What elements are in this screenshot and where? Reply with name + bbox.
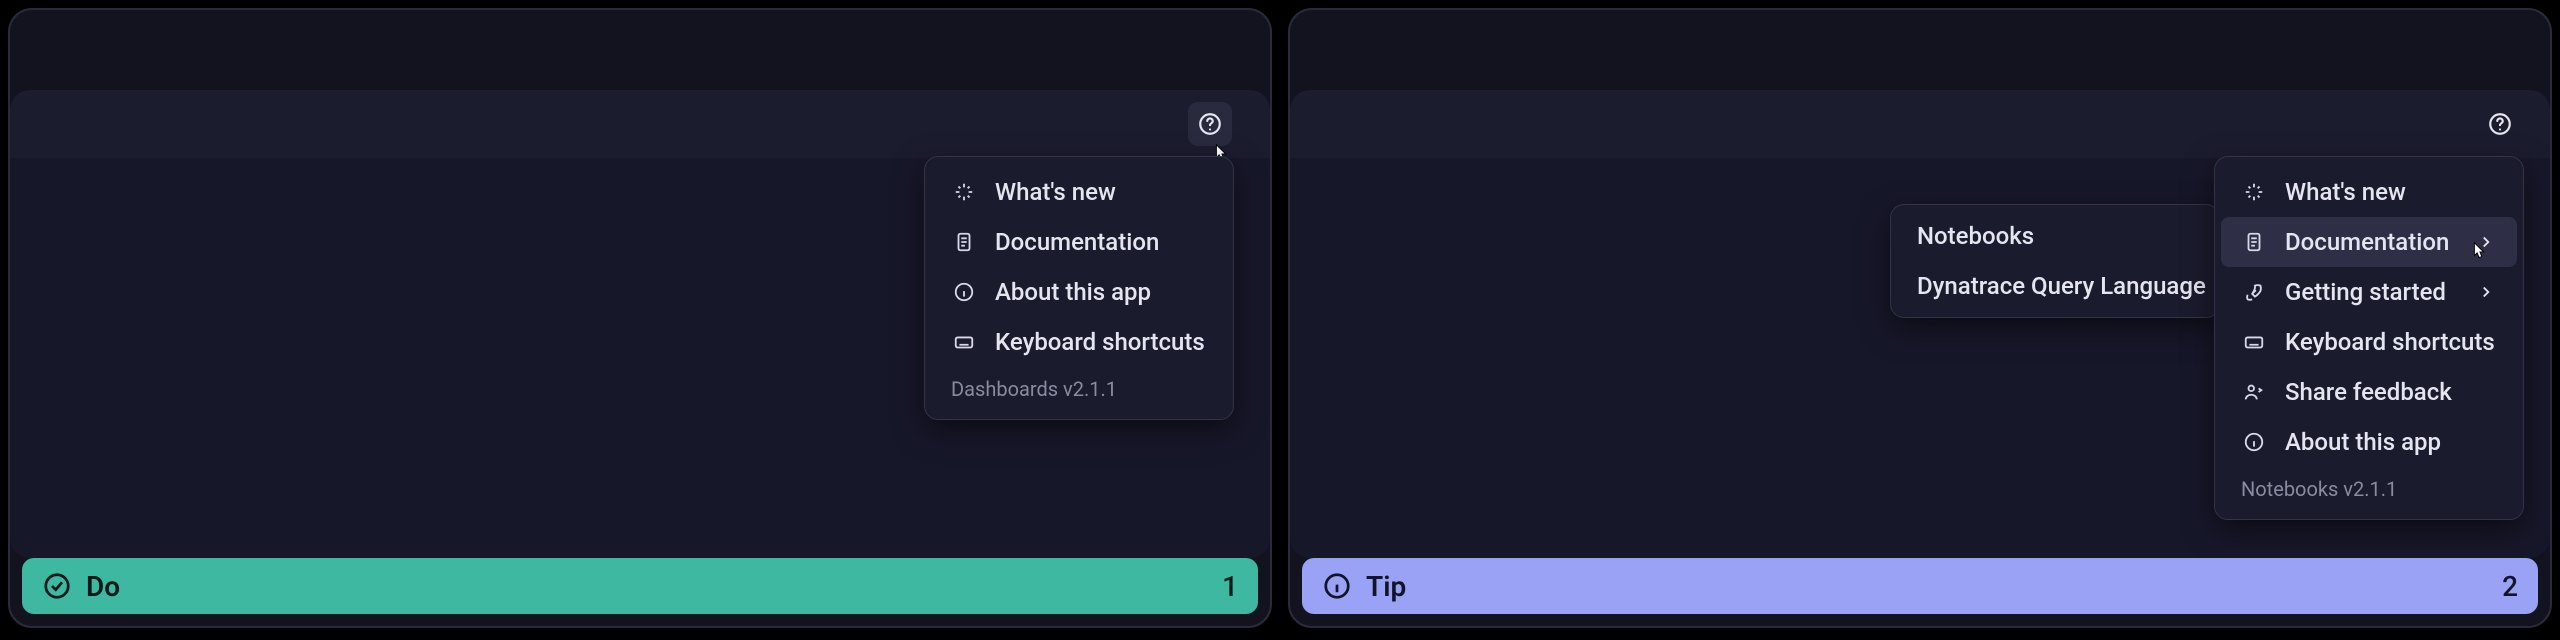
menu-item-label: Documentation (2285, 228, 2449, 256)
status-number: 1 (1222, 570, 1238, 603)
keyboard-icon (951, 329, 977, 355)
toolbar (1188, 96, 1232, 152)
menu-item-about[interactable]: About this app (925, 267, 1233, 317)
sparkle-icon (2241, 179, 2267, 205)
menu-item-keyboard-shortcuts[interactable]: Keyboard shortcuts (925, 317, 1233, 367)
menu-item-label: About this app (995, 278, 1151, 306)
menu-item-label: Share feedback (2285, 378, 2452, 406)
check-circle-icon (42, 571, 72, 601)
help-button[interactable] (2478, 102, 2522, 146)
chevron-right-icon (2477, 283, 2497, 301)
menu-item-documentation[interactable]: Documentation (925, 217, 1233, 267)
doc-icon (951, 229, 977, 255)
menu-item-label: What's new (2285, 178, 2406, 206)
sparkle-icon (951, 179, 977, 205)
submenu-item-dql[interactable]: Dynatrace Query Language (1891, 261, 2219, 311)
panel-tip: Notebooks Dynatrace Query Language What'… (1288, 8, 2552, 628)
menu-item-label: Getting started (2285, 278, 2446, 306)
help-menu: What's new Documentation Getting started… (2214, 156, 2524, 520)
status-bar-tip: Tip 2 (1302, 558, 2538, 614)
documentation-submenu: Notebooks Dynatrace Query Language (1890, 204, 2220, 318)
rocket-icon (2241, 279, 2267, 305)
chevron-right-icon (2477, 233, 2497, 251)
menu-footer-version: Notebooks v2.1.1 (2215, 467, 2523, 505)
help-menu: What's new Documentation About this app … (924, 156, 1234, 420)
info-icon (951, 279, 977, 305)
panel-do: What's new Documentation About this app … (8, 8, 1272, 628)
status-number: 2 (2502, 570, 2518, 603)
menu-item-label: About this app (2285, 428, 2441, 456)
status-label: Do (86, 570, 120, 603)
menu-item-label: Keyboard shortcuts (995, 328, 1205, 356)
feedback-icon (2241, 379, 2267, 405)
submenu-item-notebooks[interactable]: Notebooks (1891, 211, 2219, 261)
menu-item-share-feedback[interactable]: Share feedback (2215, 367, 2523, 417)
toolbar (2478, 96, 2522, 152)
menu-item-label: Keyboard shortcuts (2285, 328, 2495, 356)
menu-item-about[interactable]: About this app (2215, 417, 2523, 467)
info-icon (2241, 429, 2267, 455)
menu-item-getting-started[interactable]: Getting started (2215, 267, 2523, 317)
submenu-item-label: Dynatrace Query Language (1917, 272, 2206, 300)
menu-item-whats-new[interactable]: What's new (925, 167, 1233, 217)
status-bar-do: Do 1 (22, 558, 1258, 614)
submenu-item-label: Notebooks (1917, 222, 2034, 250)
keyboard-icon (2241, 329, 2267, 355)
menu-item-keyboard-shortcuts[interactable]: Keyboard shortcuts (2215, 317, 2523, 367)
status-label: Tip (1366, 570, 1406, 603)
help-button[interactable] (1188, 102, 1232, 146)
menu-item-whats-new[interactable]: What's new (2215, 167, 2523, 217)
help-icon (2487, 111, 2513, 137)
info-circle-icon (1322, 571, 1352, 601)
menu-item-label: Documentation (995, 228, 1159, 256)
menu-footer-version: Dashboards v2.1.1 (925, 367, 1233, 405)
help-icon (1197, 111, 1223, 137)
doc-icon (2241, 229, 2267, 255)
menu-item-label: What's new (995, 178, 1116, 206)
menu-item-documentation[interactable]: Documentation (2221, 217, 2517, 267)
